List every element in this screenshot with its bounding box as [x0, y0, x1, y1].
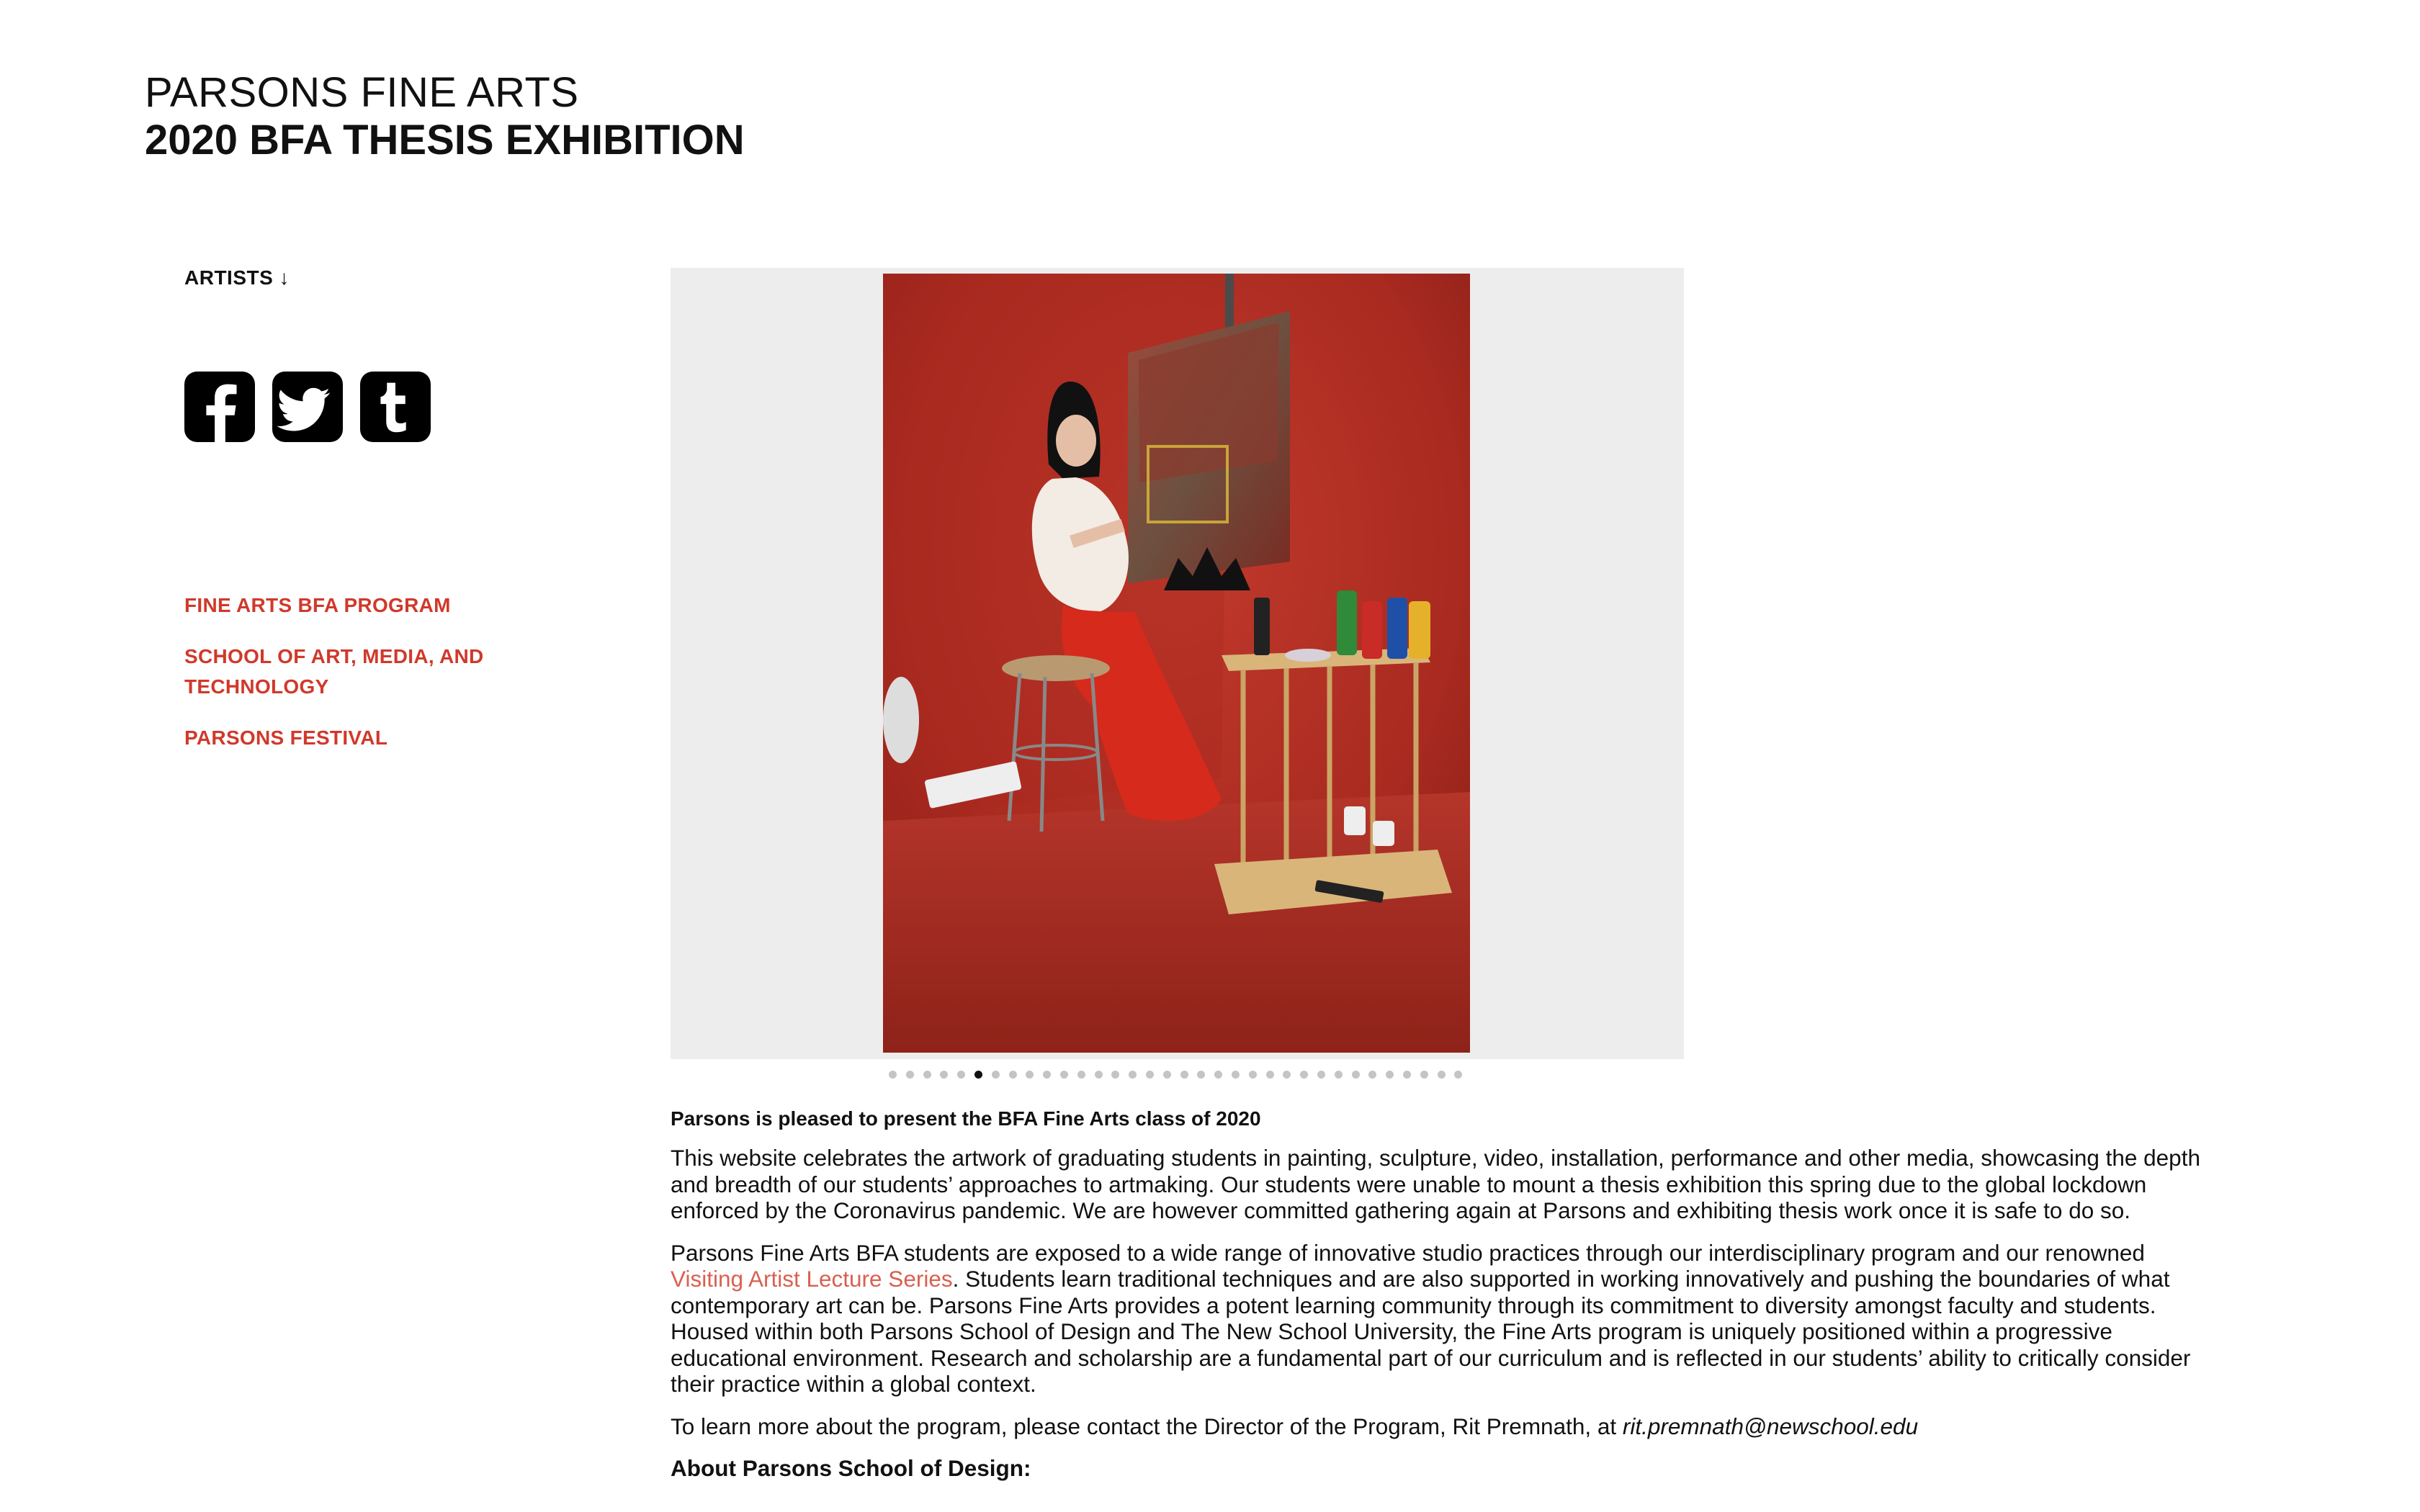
sidebar-link-fine-arts-bfa-program[interactable]: FINE ARTS BFA PROGRAM	[184, 590, 530, 621]
slideshow[interactable]	[671, 268, 1684, 1059]
slideshow-dot[interactable]	[1008, 1071, 1017, 1079]
slideshow-pagination	[889, 1071, 1463, 1079]
slideshow-dot[interactable]	[1026, 1071, 1034, 1079]
contact-paragraph: To learn more about the program, please …	[671, 1413, 2219, 1440]
contact-email[interactable]: rit.premnath@newschool.edu	[1623, 1413, 1918, 1439]
slideshow-dot[interactable]	[1077, 1071, 1085, 1079]
slideshow-dot[interactable]	[1145, 1071, 1154, 1079]
slideshow-dot[interactable]	[1386, 1071, 1394, 1079]
about-parsons-heading: About Parsons School of Design:	[671, 1455, 1031, 1481]
twitter-icon[interactable]	[272, 372, 343, 442]
site-title-line1: PARSONS FINE ARTS	[145, 69, 579, 116]
facebook-icon[interactable]	[184, 372, 255, 442]
contact-text: To learn more about the program, please …	[671, 1413, 1623, 1439]
slideshow-dot[interactable]	[1317, 1071, 1325, 1079]
slideshow-dot[interactable]	[940, 1071, 949, 1079]
slideshow-dot[interactable]	[974, 1071, 982, 1079]
slideshow-dot[interactable]	[1402, 1071, 1411, 1079]
site-title-line2: 2020 BFA THESIS EXHIBITION	[145, 117, 745, 163]
slideshow-dot[interactable]	[1368, 1071, 1377, 1079]
slideshow-dot[interactable]	[1129, 1071, 1137, 1079]
slideshow-dot[interactable]	[1231, 1071, 1240, 1079]
slideshow-dot[interactable]	[889, 1071, 897, 1079]
slideshow-dot[interactable]	[1094, 1071, 1103, 1079]
slideshow-dot[interactable]	[1265, 1071, 1274, 1079]
sidebar-link-school-of-art-media-technology[interactable]: SCHOOL OF ART, MEDIA, AND TECHNOLOGY	[184, 642, 530, 702]
tumblr-icon[interactable]	[360, 372, 431, 442]
intro-heading: Parsons is pleased to present the BFA Fi…	[671, 1107, 1261, 1130]
slideshow-dot[interactable]	[1454, 1071, 1463, 1079]
artists-toggle[interactable]: ARTISTS ↓	[184, 266, 290, 289]
sidebar-link-parsons-festival[interactable]: PARSONS FESTIVAL	[184, 723, 530, 753]
slideshow-dot[interactable]	[1283, 1071, 1291, 1079]
slideshow-dot[interactable]	[991, 1071, 1000, 1079]
slideshow-dot[interactable]	[1300, 1071, 1309, 1079]
slideshow-dot[interactable]	[1437, 1071, 1446, 1079]
slideshow-dot[interactable]	[1059, 1071, 1068, 1079]
intro-paragraph: This website celebrates the artwork of g…	[671, 1145, 2200, 1223]
slideshow-dot[interactable]	[1197, 1071, 1206, 1079]
site-title[interactable]: PARSONS FINE ARTS 2020 BFA THESIS EXHIBI…	[145, 69, 745, 164]
slideshow-dot[interactable]	[1162, 1071, 1171, 1079]
main-content: Parsons is pleased to present the BFA Fi…	[671, 1106, 2219, 1498]
slideshow-dot[interactable]	[905, 1071, 914, 1079]
slide-image[interactable]	[883, 274, 1470, 1053]
social-links	[184, 372, 431, 442]
slideshow-dot[interactable]	[957, 1071, 966, 1079]
slideshow-dot[interactable]	[1420, 1071, 1428, 1079]
slideshow-dot[interactable]	[1334, 1071, 1343, 1079]
program-paragraph: Parsons Fine Arts BFA students are expos…	[671, 1240, 2219, 1398]
visiting-artist-lecture-series-link[interactable]: Visiting Artist Lecture Series	[671, 1266, 953, 1292]
slideshow-dot[interactable]	[1248, 1071, 1257, 1079]
program-paragraph-text-start: Parsons Fine Arts BFA students are expos…	[671, 1239, 2145, 1266]
slideshow-dot[interactable]	[1180, 1071, 1188, 1079]
slideshow-dot[interactable]	[1214, 1071, 1223, 1079]
slideshow-dot[interactable]	[923, 1071, 931, 1079]
slideshow-dot[interactable]	[1111, 1071, 1120, 1079]
slideshow-dot[interactable]	[1043, 1071, 1052, 1079]
slideshow-dot[interactable]	[1351, 1071, 1360, 1079]
sidebar-links: FINE ARTS BFA PROGRAM SCHOOL OF ART, MED…	[184, 590, 530, 774]
